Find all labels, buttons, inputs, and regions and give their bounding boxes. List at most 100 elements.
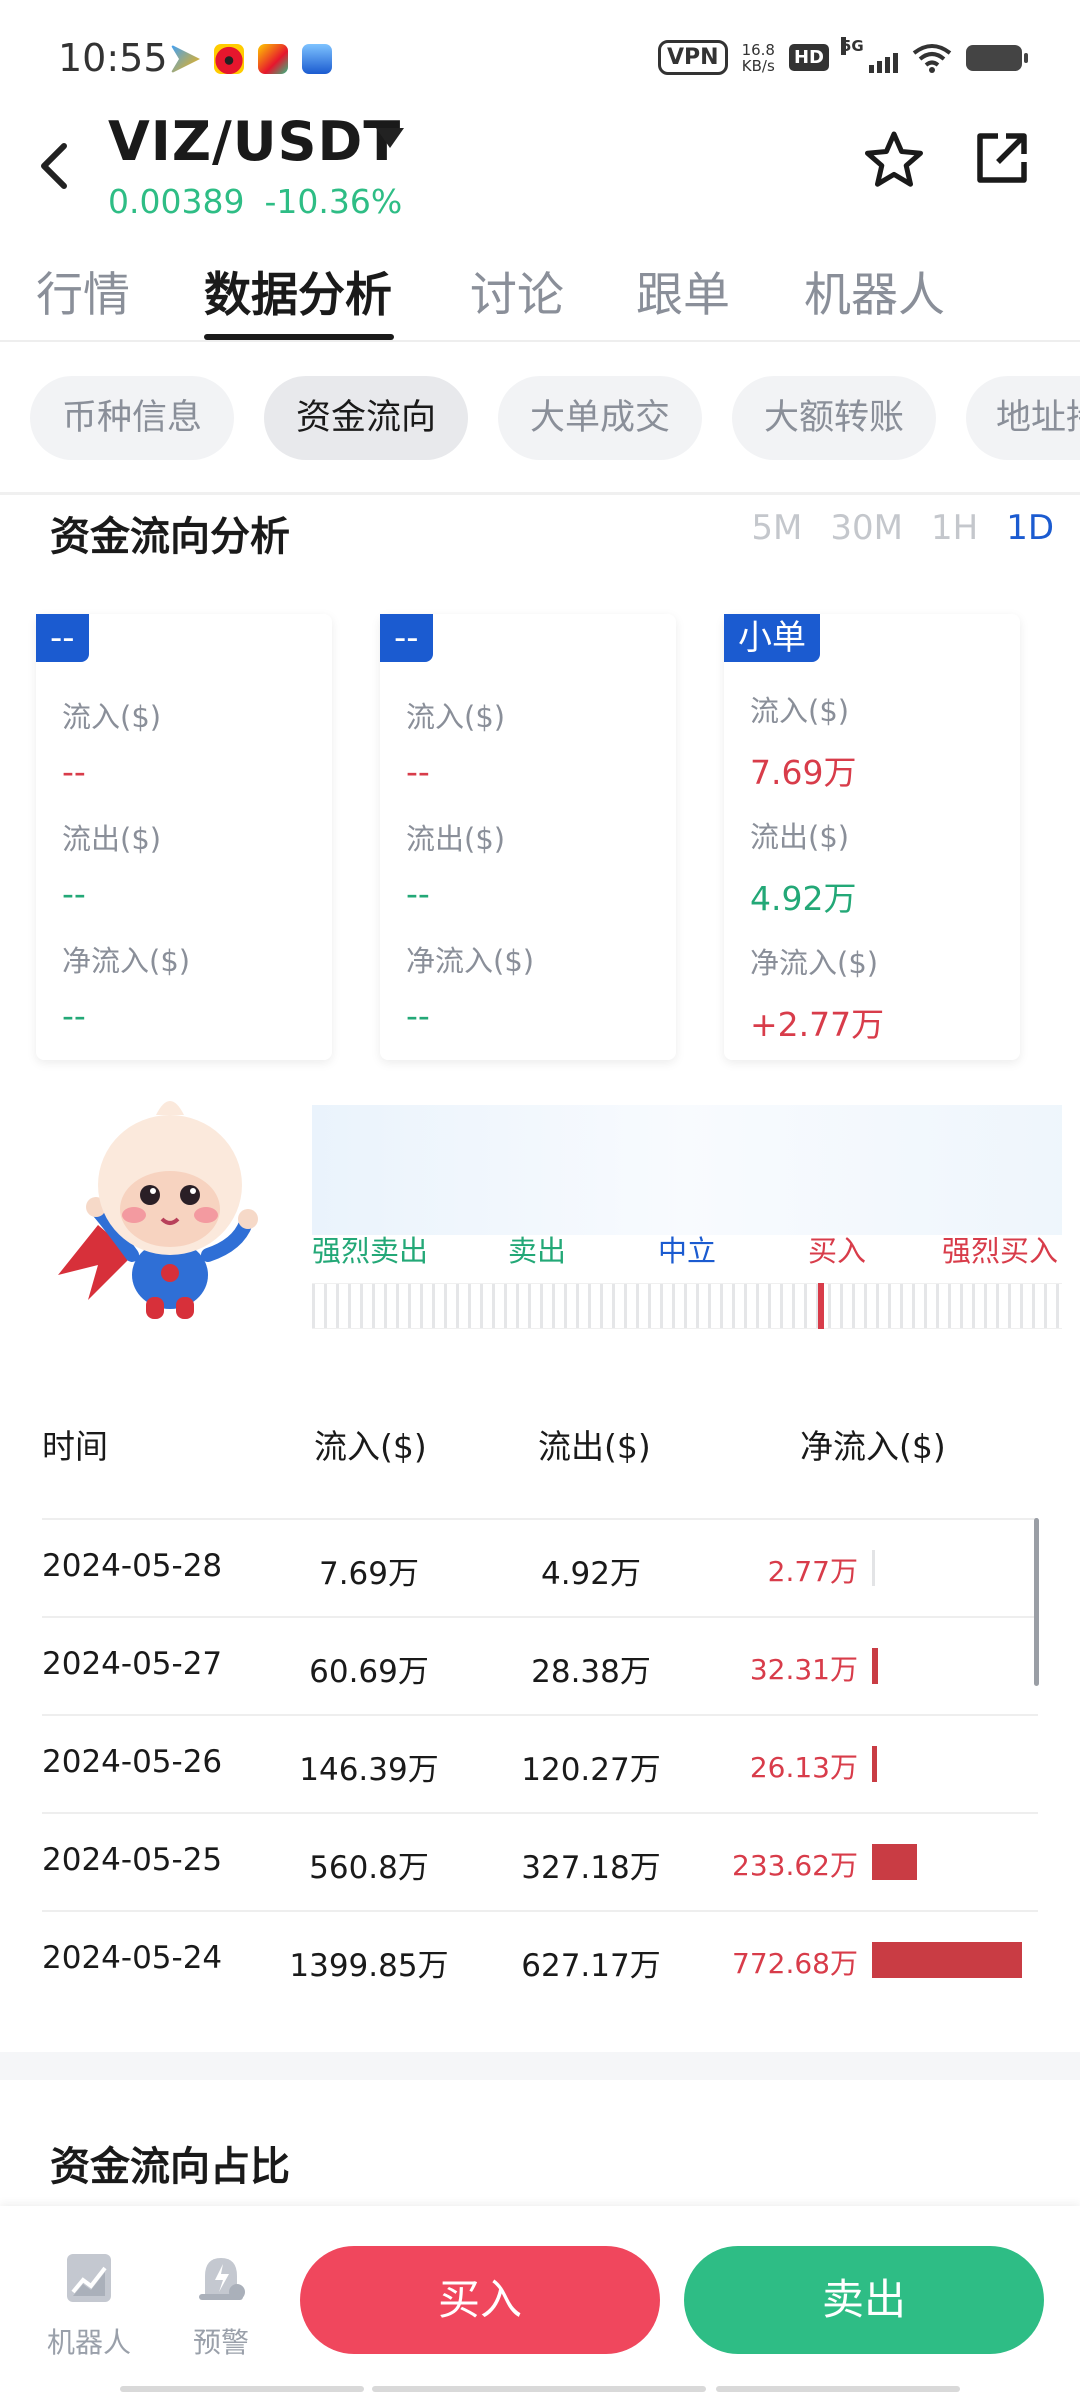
section-title-fund-flow: 资金流向分析 (50, 514, 290, 560)
flow-card-2: -- 流入($) -- 流出($) -- 净流入($) -- (380, 614, 676, 1060)
wifi-icon (912, 43, 952, 73)
speed-unit: KB/s (741, 56, 775, 75)
subtab-address-holdings[interactable]: 地址持 (966, 376, 1080, 460)
robot-chart-icon (67, 2254, 111, 2302)
sentiment-label-strong-sell: 强烈卖出 (312, 1234, 429, 1268)
hd-badge: HD (788, 44, 829, 71)
outflow-value: 4.92万 (750, 879, 857, 918)
net-inflow-label: 净流入($) (406, 944, 535, 978)
cell-date: 2024-05-27 (42, 1646, 223, 1682)
status-time: 10:55 (58, 36, 168, 80)
status-indicators: VPN 16.8 KB/s HD 5G (658, 36, 1028, 75)
cell-outflow: 4.92万 (540, 1556, 642, 1592)
sentiment-background (312, 1105, 1062, 1235)
inflow-label: 流入($) (406, 700, 506, 734)
tab-market[interactable]: 行情 (36, 256, 130, 325)
tab-data-analysis[interactable]: 数据分析 (204, 256, 392, 325)
pair-title[interactable]: VIZ/USDT (108, 110, 401, 173)
robot-nav-item[interactable]: 机器人 (34, 2250, 144, 2361)
cell-inflow: 7.69万 (318, 1556, 420, 1592)
header: VIZ/USDT 0.00389 -10.36% (0, 100, 1080, 230)
subtab-fund-flow[interactable]: 资金流向 (264, 376, 468, 460)
net-inflow-label: 净流入($) (750, 946, 879, 980)
signal-icon: 5G (841, 36, 898, 73)
period-selector: 5M 30M 1H 1D (751, 508, 1054, 548)
table-row: 2024-05-26 146.39万 120.27万 26.13万 (42, 1714, 1038, 1812)
alert-nav-label: 预警 (192, 2326, 249, 2359)
tab-discussion[interactable]: 讨论 (470, 256, 564, 325)
net-inflow-value: -- (406, 996, 430, 1035)
network-type: 5G (841, 36, 864, 55)
price-line: 0.00389 -10.36% (108, 182, 402, 221)
section-title-flow-ratio: 资金流向占比 (50, 2144, 290, 2190)
table-header-time: 时间 (42, 1427, 108, 1466)
table-scrollbar[interactable] (1034, 1518, 1039, 1686)
cell-net-inflow: 32.31万 (749, 1653, 858, 1686)
battery-icon (966, 44, 1028, 71)
gesture-bar-segment (372, 2386, 706, 2392)
cell-inflow: 1399.85万 (289, 1948, 449, 1984)
cell-net-inflow: 2.77万 (767, 1555, 858, 1588)
alert-bell-icon (199, 2258, 245, 2300)
period-5m[interactable]: 5M (751, 508, 802, 548)
price-change: -10.36% (264, 182, 403, 221)
inflow-label: 流入($) (750, 694, 850, 728)
bottom-action-bar: 机器人 预警 买入 卖出 (0, 2206, 1080, 2400)
net-inflow-bar (872, 1844, 917, 1880)
outflow-label: 流出($) (750, 820, 850, 854)
cell-outflow: 28.38万 (531, 1654, 651, 1690)
main-tabs: 行情 数据分析 讨论 跟单 机器人 (0, 250, 1080, 342)
subtab-large-transfers[interactable]: 大额转账 (732, 376, 936, 460)
cell-net-inflow: 26.13万 (749, 1751, 858, 1784)
table-row: 2024-05-25 560.8万 327.18万 233.62万 (42, 1812, 1038, 1910)
period-30m[interactable]: 30M (830, 508, 903, 548)
robot-nav-label: 机器人 (46, 2326, 131, 2359)
gesture-bar-segment (716, 2386, 960, 2392)
sub-tabs: 币种信息 资金流向 大单成交 大额转账 地址持 (0, 376, 1080, 462)
period-1d[interactable]: 1D (1006, 508, 1054, 548)
cell-inflow: 146.39万 (299, 1752, 439, 1788)
inflow-value: -- (406, 752, 430, 791)
sentiment-label-buy: 买入 (808, 1234, 867, 1268)
active-tab-indicator (204, 334, 394, 340)
subtab-coin-info[interactable]: 币种信息 (30, 376, 234, 460)
cell-outflow: 120.27万 (521, 1752, 661, 1788)
subtab-large-trades[interactable]: 大单成交 (498, 376, 702, 460)
net-inflow-bar (872, 1942, 1022, 1978)
buy-button[interactable]: 买入 (300, 2246, 660, 2354)
period-1h[interactable]: 1H (931, 508, 978, 548)
table-header-net-inflow: 净流入($) (800, 1427, 946, 1466)
tab-robot[interactable]: 机器人 (804, 256, 945, 325)
outflow-value: -- (406, 874, 430, 913)
sentiment-label-strong-buy: 强烈买入 (942, 1234, 1059, 1268)
table-header-inflow: 流入($) (314, 1427, 427, 1466)
current-price: 0.00389 (108, 182, 245, 221)
sell-button[interactable]: 卖出 (684, 2246, 1044, 2354)
net-inflow-bar (872, 1648, 878, 1684)
inflow-label: 流入($) (62, 700, 162, 734)
favorite-star-icon[interactable] (862, 128, 926, 192)
alert-nav-item[interactable]: 预警 (166, 2250, 276, 2361)
cell-outflow: 327.18万 (521, 1850, 661, 1886)
share-icon[interactable] (972, 128, 1032, 188)
inflow-value: -- (62, 752, 86, 791)
pair-dropdown-caret-icon[interactable] (376, 128, 404, 148)
video-app-icon (170, 44, 200, 74)
net-inflow-bar (872, 1550, 875, 1586)
net-inflow-label: 净流入($) (62, 944, 191, 978)
status-app-icons (170, 44, 332, 74)
table-row: 2024-05-28 7.69万 4.92万 2.77万 (42, 1518, 1038, 1616)
divider (0, 492, 1080, 495)
network-speed: 16.8 KB/s (742, 42, 775, 74)
tab-copy-trade[interactable]: 跟单 (636, 256, 730, 325)
cell-date: 2024-05-25 (42, 1842, 223, 1878)
flow-card-1: -- 流入($) -- 流出($) -- 净流入($) -- (36, 614, 332, 1060)
sentiment-label-sell: 卖出 (508, 1234, 567, 1268)
back-icon[interactable] (30, 136, 80, 196)
gesture-bar-segment (120, 2386, 364, 2392)
card-tag: -- (36, 614, 89, 662)
cell-net-inflow: 233.62万 (732, 1849, 858, 1882)
section-gap (0, 2052, 1080, 2080)
sentiment-label-neutral: 中立 (658, 1234, 717, 1268)
table-row: 2024-05-24 1399.85万 627.17万 772.68万 (42, 1910, 1038, 2008)
